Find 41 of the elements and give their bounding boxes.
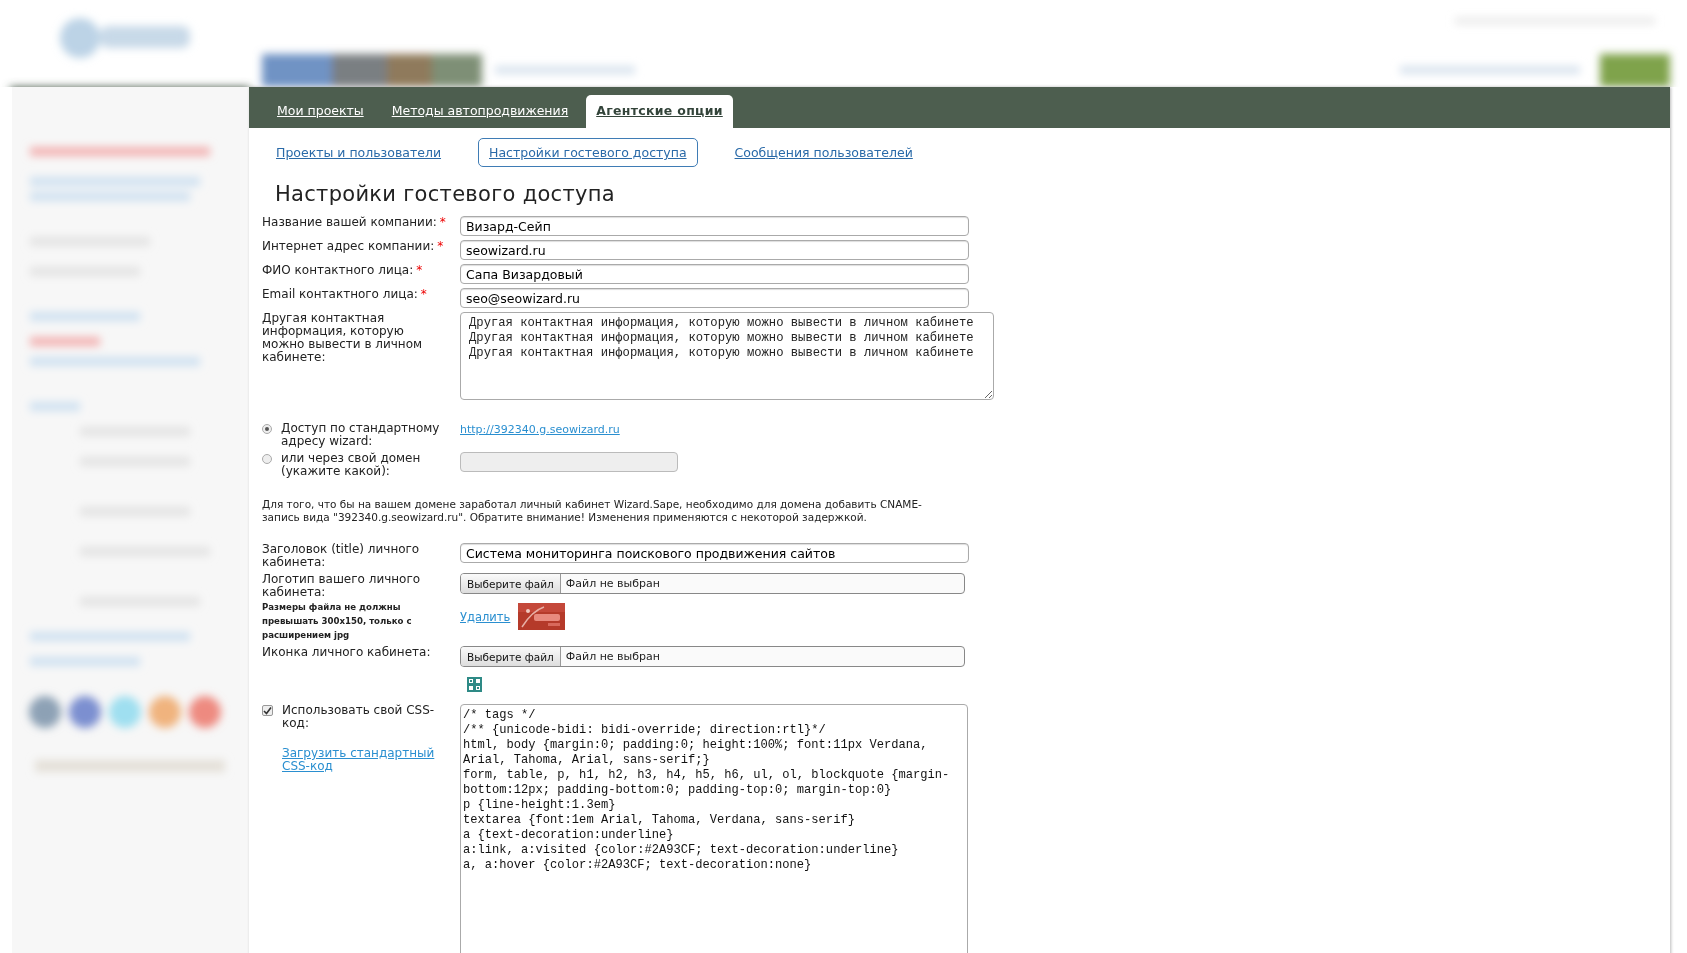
domain-input-field[interactable] — [460, 452, 678, 472]
radio-label: или через свой домен (укажите какой): — [281, 452, 422, 478]
radio-button[interactable] — [262, 424, 272, 434]
input-field[interactable]: Сапа Визардовый — [460, 264, 969, 284]
size-hint: Размеры файла не должны превышать 300x150, только с расширением jpg — [262, 601, 413, 642]
sub-tab[interactable]: Проекты и пользователи — [265, 138, 453, 167]
load-css-link[interactable]: Загрузить стандартный CSS-код — [282, 747, 447, 773]
field-label: ФИО контактного лица: * — [262, 264, 424, 277]
field-label: Логотип вашего личного кабинета: — [262, 573, 422, 599]
file-input[interactable]: Выберите файл Файл не выбран — [460, 646, 965, 667]
field-label: Название вашей компании: * — [262, 216, 447, 229]
checkbox-label: Использовать свой CSS-код: — [282, 704, 436, 730]
field-label: Email контактного лица: * — [262, 288, 428, 301]
input-field[interactable]: Визард-Сейп — [460, 216, 969, 236]
field-label: Заголовок (title) личного кабинета: — [262, 543, 421, 569]
choose-file-button[interactable]: Выберите файл — [461, 574, 561, 593]
grid-logo-icon — [467, 677, 482, 692]
checkbox[interactable] — [262, 705, 273, 716]
file-status: Файл не выбран — [564, 650, 660, 663]
file-input[interactable]: Выберите файл Файл не выбран — [460, 573, 965, 594]
file-status: Файл не выбран — [564, 577, 660, 590]
code-editor[interactable]: /* tags */ /** {unicode-bidi: bidi-override; direction:rtl}*/ html, body {margin:0; padding:0; height:100%; font:11px Verdana, Arial, Tahoma, Arial, sans-serif;} form, table, p, h1, h2, h3, h4, h5, h6, ul, ol, blockquote {margin-bottom:12px; padding-bottom:0; padding-top:0; margin-top:0} p {line-height:1.3em} textarea {font:1em Arial, Tahoma, Verdana, sans-serif} a {text-decoration:underline} a:link, a:visited {color:#2A93CF; text-decoration:underline} a, a:hover {color:#2A93CF; text-decoration:none} — [460, 704, 968, 953]
nav-tab[interactable]: Агентские опции — [586, 95, 733, 128]
address-link[interactable]: http://392340.g.seowizard.ru — [460, 423, 620, 436]
notice-text: Для того, что бы на вашем домене заработал личный кабинет Wizard.Sape, необходимо для домена добавить CNAME-запись вида "392340.g.seowizard.ru". Обратите внимание! Изменения применяются с некоторой задержкой. — [262, 498, 923, 524]
input-field[interactable]: Система мониторинга поискового продвижения сайтов — [460, 543, 969, 563]
nav-tab[interactable]: Методы автопродвижения — [381, 95, 579, 128]
nav-tab[interactable]: Мои проекты — [267, 95, 374, 128]
delete-link[interactable]: Удалить — [460, 609, 511, 624]
input-field[interactable]: seo@seowizard.ru — [460, 288, 969, 308]
page-title: Настройки гостевого доступа — [275, 182, 616, 206]
sub-tab[interactable]: Сообщения пользователей — [723, 138, 924, 167]
text-area[interactable]: Другая контактная информация, которую можно вывести в личном кабинете Другая контактная информация, которую можно вывести в личном кабинете Другая контактная информация, которую можно вывести в личном кабинете — [460, 312, 994, 400]
field-label: Иконка личного кабинета: — [262, 646, 432, 659]
radio-button[interactable] — [262, 454, 272, 464]
radio-label: Доступ по стандартному адресу wizard: — [281, 422, 441, 448]
input-field[interactable]: seowizard.ru — [460, 240, 969, 260]
choose-file-button[interactable]: Выберите файл — [461, 647, 561, 666]
field-label: Интернет адрес компании: * — [262, 240, 445, 253]
field-label: Другая контактная информация, которую можно вывести в личном кабинете: — [262, 312, 424, 364]
sub-tab[interactable]: Настройки гостевого доступа — [478, 138, 698, 167]
